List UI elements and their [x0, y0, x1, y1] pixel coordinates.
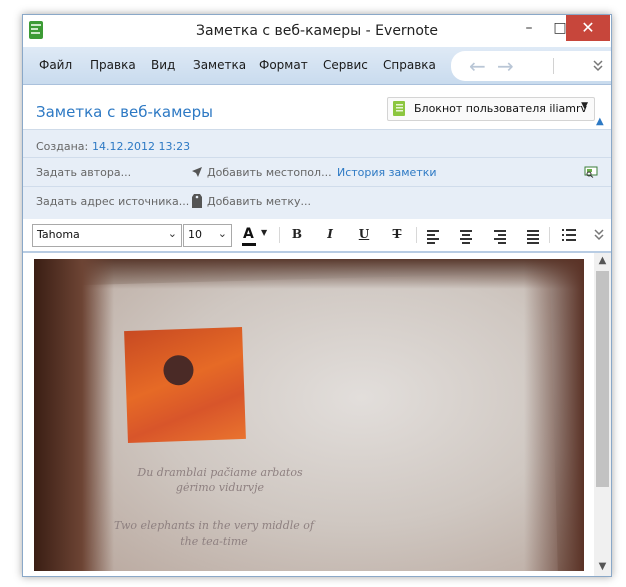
scroll-down-icon[interactable]: ▼ [594, 561, 611, 572]
photo-caption-line: Two elephants in the very middle of [114, 519, 314, 532]
close-button[interactable]: ✕ [566, 15, 610, 41]
photo-shadow-top [34, 259, 584, 289]
bulleted-list-icon[interactable] [562, 229, 576, 241]
notebook-label: Блокнот пользователя iliamrv [414, 102, 587, 115]
scrollbar-thumb[interactable] [596, 271, 609, 487]
strikethrough-button[interactable]: T [388, 227, 406, 241]
font-color-label: A [243, 226, 254, 242]
tag-icon [192, 194, 202, 208]
font-size-select[interactable]: 10 ⌄ [183, 224, 232, 247]
align-center-icon[interactable] [460, 230, 472, 246]
set-source-field[interactable]: Задать адрес источника... [36, 195, 189, 208]
menu-note[interactable]: Заметка [193, 58, 246, 72]
align-right-icon[interactable] [494, 230, 506, 246]
note-attributes: Создана: 14.12.2012 13:23 Задать автора.… [23, 129, 611, 219]
toolbar-overflow-icon[interactable] [594, 229, 604, 241]
menu-file[interactable]: Файл [39, 58, 72, 72]
align-justify-icon[interactable] [527, 230, 539, 246]
set-author-field[interactable]: Задать автора... [36, 166, 131, 179]
add-tag-field[interactable]: Добавить метку... [207, 195, 311, 208]
toolbar-divider [549, 227, 550, 243]
notebook-selector[interactable]: Блокнот пользователя iliamrv ▼ [387, 97, 595, 121]
collapse-icon[interactable]: ▲ [596, 116, 604, 127]
meta-divider [23, 157, 611, 158]
menu-bar: Файл Правка Вид Заметка Формат Сервис Сп… [23, 47, 611, 85]
chevron-down-icon: ⌄ [217, 227, 227, 240]
toolbar-divider [279, 227, 280, 243]
photo-caption-line: gėrimo vidurvje [175, 481, 265, 494]
elephant-figure [162, 354, 194, 386]
menu-help[interactable]: Справка [383, 58, 436, 72]
menu-edit[interactable]: Правка [90, 58, 136, 72]
notebook-icon [393, 101, 405, 116]
meta-divider [23, 186, 611, 187]
chevron-down-icon: ⌄ [167, 227, 177, 240]
menu-overflow-icon[interactable] [593, 60, 603, 72]
add-location-field[interactable]: Добавить местопол... [207, 166, 332, 179]
evernote-window: Заметка с веб-камеры - Evernote – □ ✕ Фа… [22, 14, 612, 577]
nav-divider [553, 58, 554, 74]
bold-button[interactable]: B [288, 227, 306, 241]
note-title[interactable]: Заметка с веб-камеры [36, 103, 213, 121]
presentation-icon[interactable] [584, 166, 598, 178]
format-toolbar: Tahoma ⌄ 10 ⌄ A ▼ B I U T [23, 219, 611, 253]
chevron-down-icon: ▼ [581, 101, 588, 111]
created-date[interactable]: 14.12.2012 13:23 [92, 140, 190, 153]
underline-button[interactable]: U [355, 227, 373, 241]
font-family-value: Tahoma [37, 228, 80, 241]
font-color-button[interactable]: A ▼ [241, 225, 271, 247]
note-history-link[interactable]: История заметки [337, 166, 437, 179]
photo-shadow-right [524, 259, 584, 571]
title-bar: Заметка с веб-камеры - Evernote – □ ✕ [23, 15, 611, 45]
font-size-value: 10 [188, 228, 202, 241]
created-label: Создана: [36, 140, 89, 153]
photo-caption-line: Du dramblai pačiame arbatos [137, 466, 303, 479]
align-left-icon[interactable] [427, 230, 439, 246]
webcam-photo: Du dramblai pačiame arbatos gėrimo vidur… [34, 259, 584, 571]
font-family-select[interactable]: Tahoma ⌄ [32, 224, 182, 247]
photo-caption-line: the tea-time [180, 535, 248, 548]
forward-button[interactable]: → [497, 54, 514, 78]
italic-button[interactable]: I [321, 227, 339, 241]
toolbar-divider [416, 227, 417, 243]
menu-format[interactable]: Формат [259, 58, 308, 72]
note-header: Заметка с веб-камеры Блокнот пользовател… [23, 85, 611, 129]
scroll-up-icon[interactable]: ▲ [594, 255, 611, 266]
photo-illustration [124, 326, 246, 444]
menu-view[interactable]: Вид [151, 58, 175, 72]
minimize-button[interactable]: – [512, 15, 546, 41]
back-button[interactable]: ← [469, 54, 486, 78]
vertical-scrollbar[interactable]: ▲ ▼ [594, 253, 611, 576]
navigation-panel: ← → [451, 51, 611, 81]
location-icon [192, 167, 202, 177]
note-editor[interactable]: Du dramblai pačiame arbatos gėrimo vidur… [23, 253, 611, 576]
menu-tools[interactable]: Сервис [323, 58, 368, 72]
font-color-swatch [242, 243, 256, 246]
chevron-down-icon: ▼ [261, 228, 268, 237]
